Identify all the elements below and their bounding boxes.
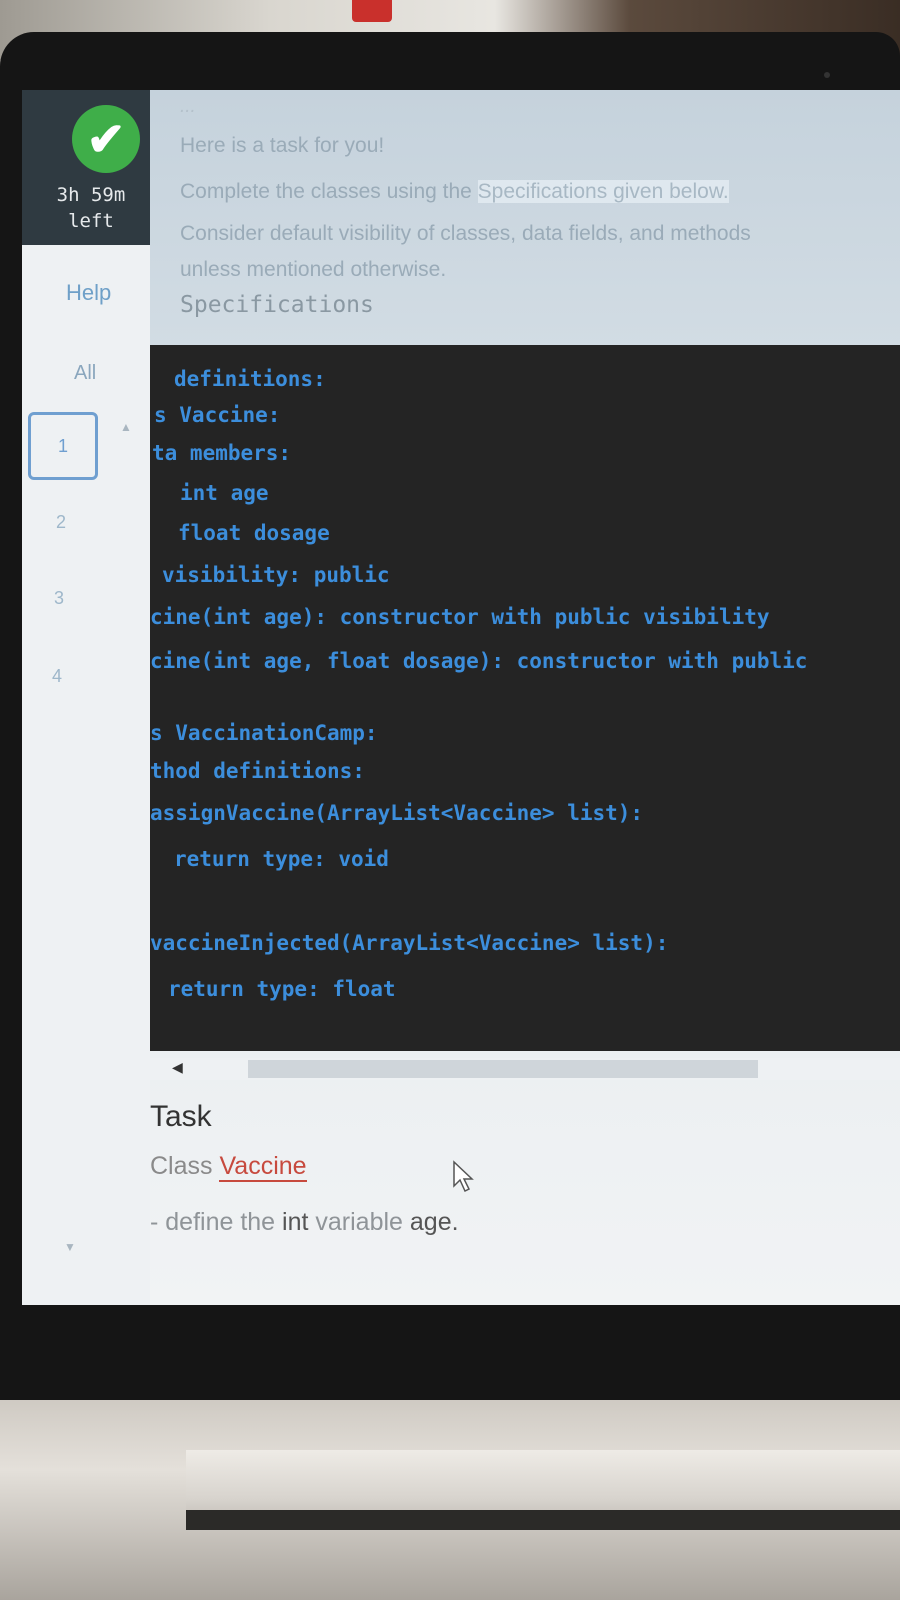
intro-line-1: Here is a task for you! <box>180 134 385 157</box>
mouse-cursor-icon <box>453 1160 474 1193</box>
task-heading: Task <box>150 1100 212 1133</box>
webcam-dot <box>824 72 830 78</box>
code-line: cine(int age): constructor with public v… <box>150 605 770 629</box>
question-3-button[interactable]: 3 <box>24 564 94 632</box>
code-line: return type: void <box>174 847 389 871</box>
instruction-text: - define the <box>150 1208 283 1236</box>
code-line: ta members: <box>152 441 292 465</box>
help-link[interactable]: Help <box>66 280 111 306</box>
intro-line-2: Complete the classes using the Specifica… <box>180 180 729 204</box>
instruction-variable: age. <box>409 1208 459 1236</box>
class-name: Vaccine <box>219 1152 307 1182</box>
class-label: Class <box>150 1152 220 1180</box>
code-line: assignVaccine(ArrayList<Vaccine> list): <box>150 801 644 825</box>
intro-line-4: unless mentioned otherwise. <box>180 258 447 281</box>
time-left-value: 3h 59m <box>56 184 126 206</box>
instruction-text-mid: variable <box>308 1208 410 1236</box>
code-horizontal-scrollbar[interactable]: ◀ <box>150 1058 900 1080</box>
specification-code-block[interactable]: definitions: s Vaccine: ta members: int … <box>150 345 900 1051</box>
chevron-up-icon[interactable]: ▲ <box>120 420 132 434</box>
laptop-base-shadow <box>186 1510 900 1530</box>
timer-panel: ✔ 3h 59m left <box>22 90 150 245</box>
question-content: ... Here is a task for you! Complete the… <box>150 90 900 1305</box>
code-line: vaccineInjected(ArrayList<Vaccine> list)… <box>150 931 669 955</box>
cut-off-text: ... <box>180 96 196 117</box>
scrollbar-thumb[interactable] <box>248 1060 758 1078</box>
chevron-left-icon[interactable]: ◀ <box>172 1059 183 1076</box>
code-line: definitions: <box>174 367 326 391</box>
code-line: float dosage <box>178 521 330 545</box>
check-icon: ✔ <box>72 105 140 173</box>
code-line: thod definitions: <box>150 759 365 783</box>
background-sticker <box>352 0 392 22</box>
intro-line-2-text: Complete the classes using the <box>180 180 478 203</box>
task-instruction: - define the int variable age. <box>150 1208 459 1237</box>
task-class-line: Class Vaccine <box>150 1152 307 1182</box>
code-line: visibility: public <box>162 563 390 587</box>
code-line: return type: float <box>168 977 396 1001</box>
specifications-link[interactable]: Specifications given below. <box>477 180 729 203</box>
code-line: int age <box>180 481 269 505</box>
question-navigation-rail: ✔ 3h 59m left Help All ▲ 1 2 3 4 ▼ <box>22 90 150 1305</box>
screen: ✔ 3h 59m left Help All ▲ 1 2 3 4 ▼ ... H… <box>22 90 900 1305</box>
code-line: s Vaccine: <box>154 403 281 427</box>
code-line: cine(int age, float dosage): constructor… <box>150 649 808 673</box>
question-4-button[interactable]: 4 <box>22 642 92 710</box>
instruction-keyword: int <box>282 1208 309 1236</box>
intro-line-3: Consider default visibility of classes, … <box>180 222 751 245</box>
time-left: 3h 59m left <box>32 182 150 234</box>
code-line: s VaccinationCamp: <box>150 721 378 745</box>
time-left-label: left <box>68 210 114 232</box>
specifications-heading: Specifications <box>180 292 374 318</box>
question-1-button[interactable]: 1 <box>28 412 98 480</box>
question-2-button[interactable]: 2 <box>26 488 96 556</box>
all-questions-link[interactable]: All <box>74 362 96 385</box>
chevron-down-icon[interactable]: ▼ <box>64 1240 76 1254</box>
